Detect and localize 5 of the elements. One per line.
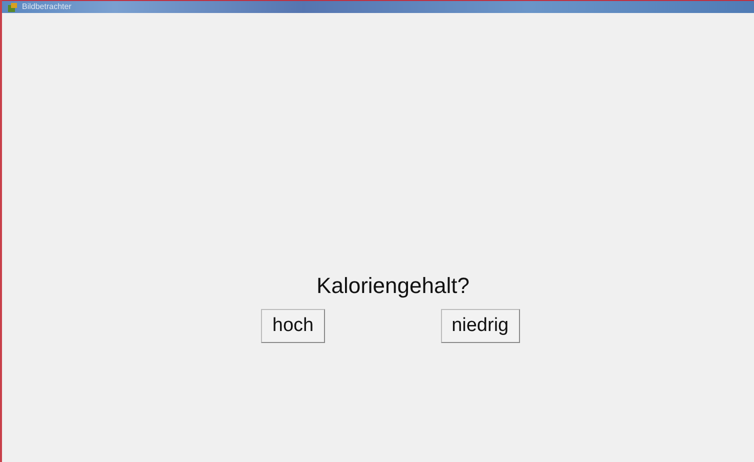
answer-button[interactable]: hoch: [261, 309, 325, 343]
window-title: Bildbetrachter: [22, 2, 72, 12]
app-icon: [8, 2, 17, 12]
answer-button[interactable]: niedrig: [440, 309, 520, 343]
question-text: Kaloriengehalt?: [316, 273, 470, 299]
